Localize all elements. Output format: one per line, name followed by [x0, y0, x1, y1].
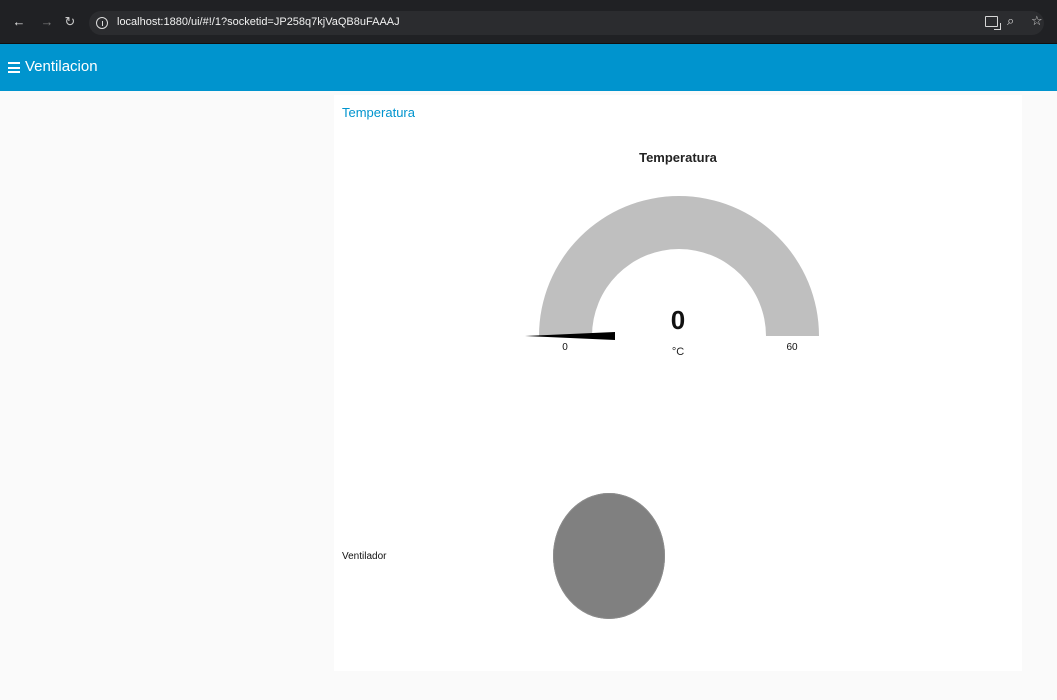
- zoom-icon[interactable]: ⌕: [1007, 13, 1014, 29]
- cast-icon[interactable]: [985, 16, 1001, 30]
- dashboard-group-card: Temperatura Temperatura 0 °C 0 60 Ventil…: [334, 95, 1022, 671]
- star-icon[interactable]: ☆: [1031, 13, 1043, 29]
- info-icon[interactable]: [96, 17, 108, 29]
- back-arrow-icon[interactable]: ←: [10, 13, 28, 31]
- app-title: Ventilacion: [25, 58, 98, 75]
- browser-toolbar: ← → ↻ localhost:1880/ui/#!/1?socketid=JP…: [0, 0, 1057, 44]
- gauge-max-label: 60: [786, 342, 798, 353]
- url-text[interactable]: localhost:1880/ui/#!/1?socketid=JP258q7k…: [117, 16, 400, 28]
- reload-icon[interactable]: ↻: [61, 13, 79, 31]
- gauge-min-label: 0: [562, 342, 568, 353]
- app-header: Ventilacion: [0, 44, 1057, 91]
- address-bar[interactable]: localhost:1880/ui/#!/1?socketid=JP258q7k…: [89, 11, 1044, 35]
- fan-status-indicator: [553, 493, 665, 619]
- menu-icon[interactable]: [8, 62, 20, 73]
- gauge-value: 0: [670, 305, 686, 335]
- forward-arrow-icon[interactable]: →: [38, 13, 56, 31]
- page-background: [1022, 91, 1057, 700]
- fan-label: Ventilador: [342, 551, 387, 562]
- gauge-unit: °C: [671, 346, 685, 358]
